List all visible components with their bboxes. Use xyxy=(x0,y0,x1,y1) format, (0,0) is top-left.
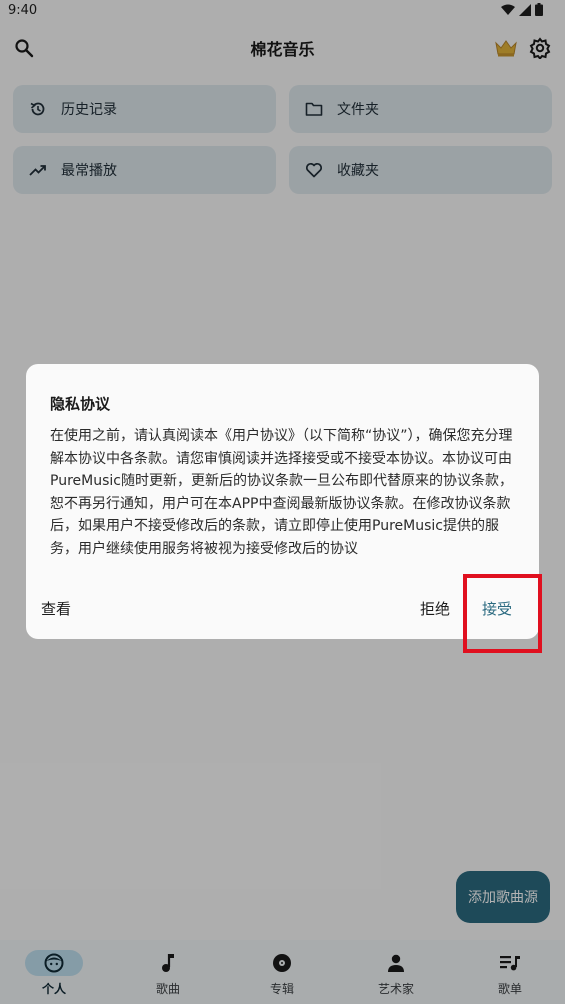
view-button[interactable]: 查看 xyxy=(41,598,71,619)
dialog-body: 在使用之前，请认真阅读本《用户协议》（以下简称“协议”），确保您充分理解本协议中… xyxy=(50,428,513,557)
dialog-title: 隐私协议 xyxy=(50,395,111,413)
accept-highlight-box xyxy=(463,574,542,653)
reject-button[interactable]: 拒绝 xyxy=(420,598,450,619)
